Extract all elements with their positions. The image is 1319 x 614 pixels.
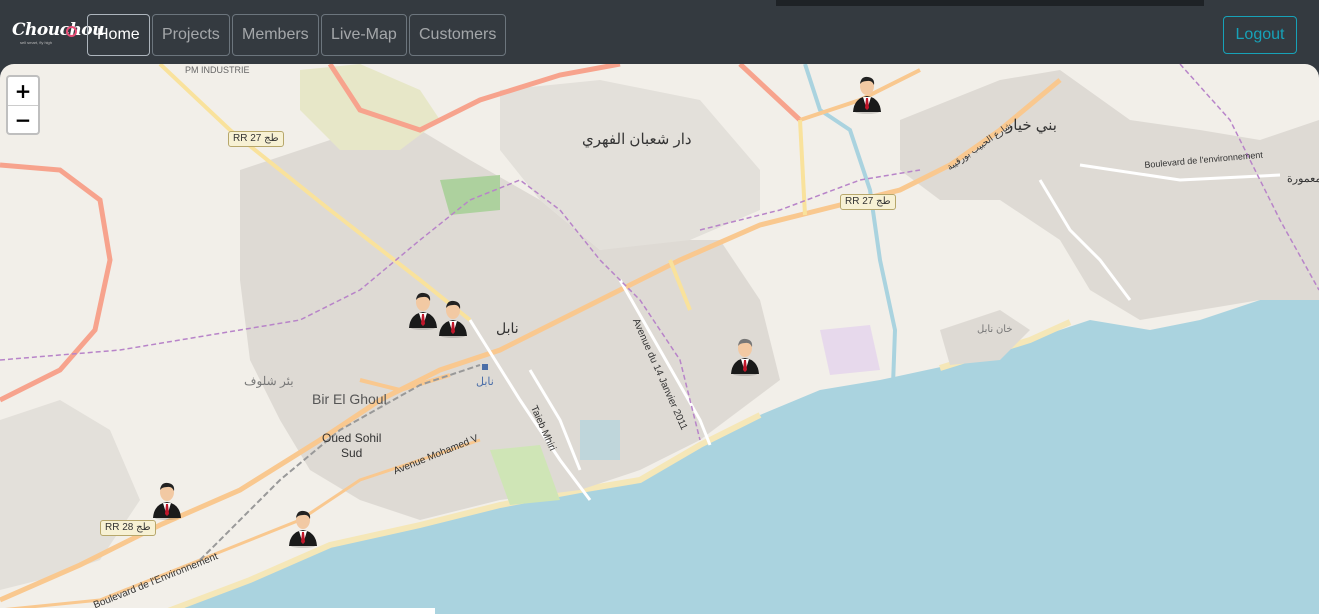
person-suit-icon[interactable] (850, 72, 884, 114)
brand-logo[interactable]: Chouchou sell smart, fly high (12, 20, 105, 48)
person-suit-icon[interactable] (150, 478, 184, 520)
nav-projects[interactable]: Projects (152, 14, 230, 56)
urban-west (0, 400, 140, 590)
label-bir-el-ghoul: Bir El Ghoul (312, 391, 387, 407)
live-map[interactable]: PM INDUSTRIE دار شعبان الفهري بني خيار ن… (0, 64, 1319, 614)
road-shield-rr27-west: RR 27 طج (228, 131, 284, 147)
park-1 (440, 175, 500, 215)
nav-live-map[interactable]: Live-Map (321, 14, 407, 56)
trunk-road-ne (738, 64, 802, 122)
label-nabeul: نابل (496, 320, 519, 336)
top-strip (776, 0, 1204, 6)
zoom-control: + − (6, 75, 40, 135)
bottom-strip (0, 608, 435, 614)
label-bir-chalouf: بئر شلوف (244, 374, 294, 388)
label-dar-chaabane: دار شعبان الفهري (582, 131, 692, 148)
nav-customers[interactable]: Customers (409, 14, 507, 56)
person-suit-icon[interactable] (406, 288, 440, 330)
person-suit-icon[interactable] (728, 334, 762, 376)
station-icon (482, 364, 488, 370)
road-shield-rr28: RR 28 طج (100, 520, 156, 536)
label-oued-sohil: Oued Sohil (322, 431, 382, 445)
label-khan-nabeul: خان نابل (977, 324, 1013, 335)
label-mamoura: المعمورة (1287, 173, 1319, 185)
logout-button[interactable]: Logout (1223, 16, 1297, 54)
zone-pink (820, 325, 880, 375)
nav-members[interactable]: Members (232, 14, 319, 56)
label-nabeul-station: نابل (476, 376, 494, 388)
label-pm-industrie: PM INDUSTRIE (185, 65, 250, 75)
brand-dot-icon (66, 26, 77, 37)
label-sud: Sud (341, 446, 363, 460)
zoom-in-button[interactable]: + (8, 77, 38, 106)
urban-beni-khiar (900, 70, 1319, 320)
person-suit-icon[interactable] (286, 506, 320, 548)
road-shield-rr27-east: RR 27 طج (840, 194, 896, 210)
nav-home[interactable]: Home (87, 14, 150, 56)
trunk-road-west (0, 162, 113, 403)
navbar: Chouchou sell smart, fly high Home Proje… (0, 0, 1319, 64)
label-beni-khiar: بني خيار (1006, 117, 1057, 134)
brand-tagline: sell smart, fly high (20, 40, 53, 45)
person-suit-icon[interactable] (436, 296, 470, 338)
pool (580, 420, 620, 460)
zoom-out-button[interactable]: − (8, 106, 38, 134)
